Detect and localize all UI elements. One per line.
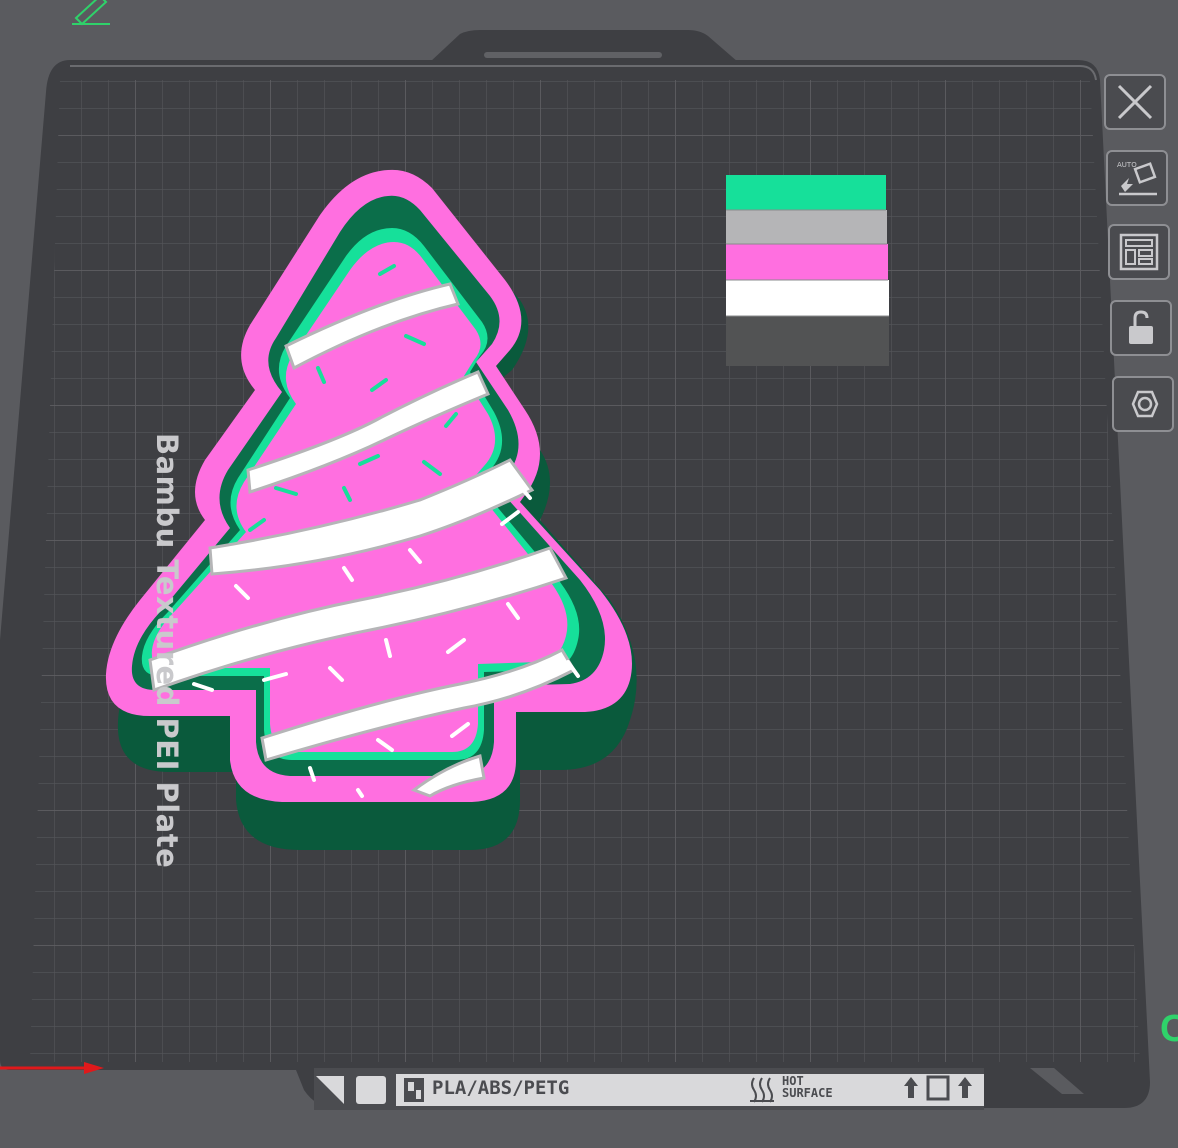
swatch-stripe-2 (726, 210, 887, 244)
plate-tab-slot (484, 52, 662, 58)
arrange-icon (1119, 233, 1159, 271)
auto-orient-icon: AUTO (1117, 161, 1157, 196)
hot-label-line2: SURFACE (782, 1086, 833, 1100)
color-swatch-cube[interactable] (726, 175, 889, 366)
settings-button[interactable] (1112, 376, 1174, 432)
hexagon-icon (1131, 390, 1159, 418)
swatch-stripe-3 (726, 244, 888, 280)
strip-square-mark (356, 1076, 386, 1104)
auto-orient-button[interactable]: AUTO (1106, 150, 1168, 206)
lock-button[interactable] (1110, 300, 1172, 356)
plate-name-text: Bambu Textured PEI Plate (150, 433, 184, 869)
y-axis-marker: C (1160, 1008, 1178, 1050)
plate-type-icon (404, 1078, 424, 1102)
auto-orient-label: AUTO (1117, 161, 1137, 169)
swatch-stripe-4 (726, 280, 889, 316)
lock-icon (1129, 310, 1153, 344)
plate-materials-text: PLA/ABS/PETG (432, 1077, 570, 1099)
swatch-stripe-5 (726, 316, 889, 366)
close-icon (1117, 84, 1153, 120)
swatch-stripe-1 (726, 175, 886, 211)
edit-pencil-icon[interactable] (72, 0, 110, 26)
hot-surface-label: HOT SURFACE (782, 1075, 833, 1099)
plate-name-label: Bambu Textured PEI Plate (144, 433, 184, 933)
arrange-button[interactable] (1108, 224, 1170, 280)
close-button[interactable] (1104, 74, 1166, 130)
